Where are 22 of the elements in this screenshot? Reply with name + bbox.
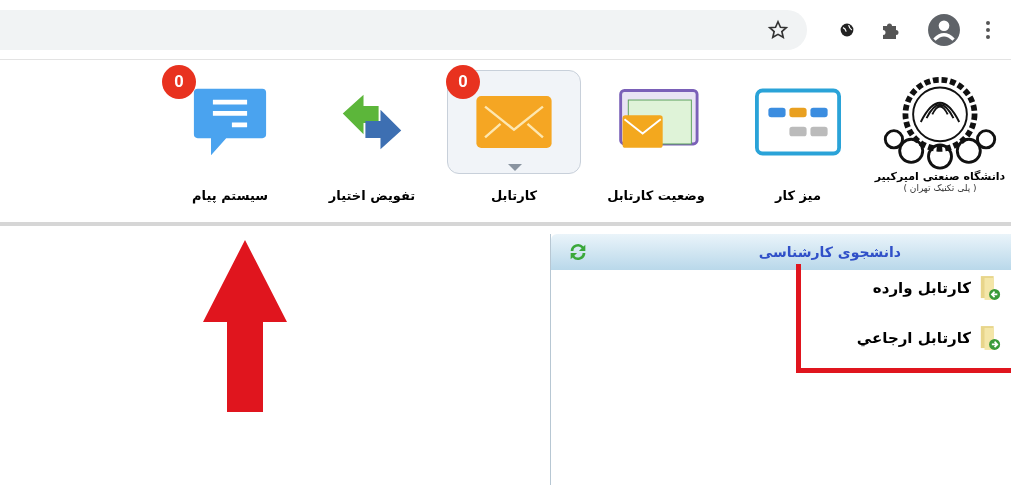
menu-label[interactable]: وضعیت کارتابل [607,188,705,203]
folder-link[interactable]: کارتابل ارجاعي [856,329,971,347]
chat-bubble-icon [192,86,268,158]
count-badge: 0 [446,65,480,99]
globe-icon[interactable] [839,21,855,38]
count-badge: 0 [162,65,196,99]
menu-icon[interactable] [985,19,991,40]
profile-icon[interactable] [927,12,961,47]
folder-arrow-icon [979,324,1001,352]
university-name: دانشگاه صنعتی امیرکبیر [874,170,1006,183]
envelope-icon [475,95,553,149]
menu-label[interactable]: میز کار [775,188,821,203]
menu-label[interactable]: سیستم پیام [192,188,268,203]
menu-label[interactable]: کارتابل [490,188,538,203]
star-icon[interactable] [767,18,789,41]
university-subtitle: ( پلی تکنیک تهران ) [903,183,977,193]
folder-link[interactable]: کارتابل وارده [872,279,971,297]
caret-icon [508,164,522,171]
folder-arrow-icon [979,274,1001,302]
grid-screen-icon [755,88,841,156]
panel-title: دانشجوی کارشناسی [758,244,901,260]
menu-label[interactable]: تفویض اختیار [328,188,416,203]
